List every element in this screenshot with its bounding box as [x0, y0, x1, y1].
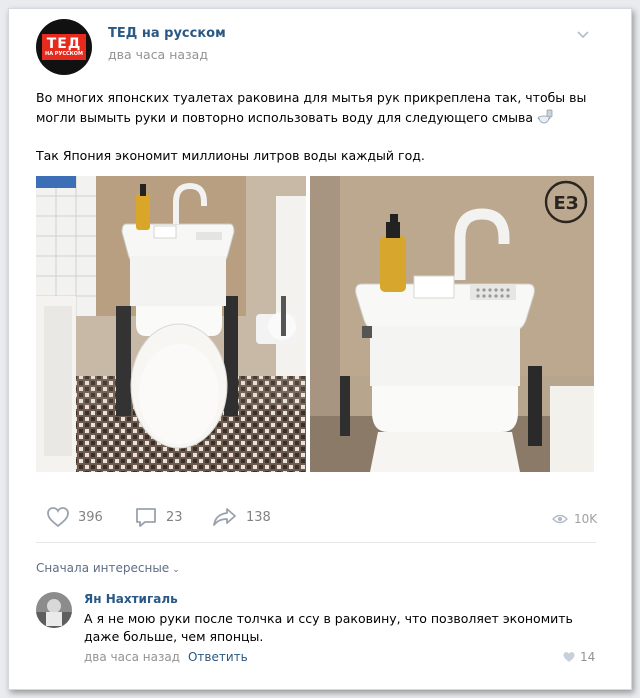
comment-like-button[interactable]: 14	[562, 650, 595, 664]
view-count: 10K	[574, 512, 598, 526]
commenter-name-link[interactable]: Ян Нахтигаль	[84, 592, 178, 606]
comment-sort-dropdown[interactable]: Сначала интересные ⌄	[36, 561, 180, 575]
post-text-paragraph-2: Так Япония экономит миллионы литров воды…	[36, 148, 425, 163]
post-time[interactable]: два часа назад	[108, 47, 208, 62]
like-button[interactable]: 396	[46, 506, 103, 528]
divider	[36, 542, 596, 543]
comment-time[interactable]: два часа назад	[84, 650, 180, 664]
logo-sub-text: НА РУССКОМ	[45, 51, 83, 57]
commenter-avatar[interactable]	[36, 592, 72, 628]
comment-count: 23	[166, 509, 183, 525]
ted-logo: ТЕД НА РУССКОМ	[42, 34, 86, 60]
comment-icon	[136, 508, 156, 527]
share-button[interactable]: 138	[212, 506, 271, 528]
share-count: 138	[246, 509, 271, 525]
comment-meta: два часа назад Ответить	[84, 650, 248, 664]
chevron-down-icon[interactable]	[576, 30, 590, 40]
view-counter: 10K	[552, 512, 597, 526]
share-icon	[213, 508, 236, 526]
photo-toilet-sink-left[interactable]	[36, 176, 306, 472]
chevron-down-icon: ⌄	[172, 565, 180, 575]
eye-icon	[552, 514, 568, 524]
post-text-paragraph-1: Во многих японских туалетах раковина для…	[36, 90, 587, 125]
comment-text: А я не мою руки после толчка и ссу в рак…	[84, 611, 573, 644]
sort-label: Сначала интересные	[36, 561, 170, 575]
photo-toilet-sink-right[interactable]: ЕЗ	[310, 176, 594, 472]
watermark-text: ЕЗ	[553, 193, 578, 214]
author-avatar[interactable]: ТЕД НА РУССКОМ	[36, 19, 92, 75]
reply-link[interactable]: Ответить	[188, 650, 248, 664]
comment-button[interactable]: 23	[134, 506, 183, 528]
logo-main-text: ТЕД	[46, 36, 82, 52]
comment-like-count: 14	[580, 650, 596, 664]
author-name-link[interactable]: ТЕД на русском	[108, 26, 226, 41]
heart-icon	[563, 652, 575, 662]
post-text: Во многих японских туалетах раковина для…	[36, 88, 596, 166]
toilet-emoji-icon	[537, 109, 553, 124]
like-count: 396	[78, 509, 103, 525]
heart-icon	[47, 507, 69, 528]
